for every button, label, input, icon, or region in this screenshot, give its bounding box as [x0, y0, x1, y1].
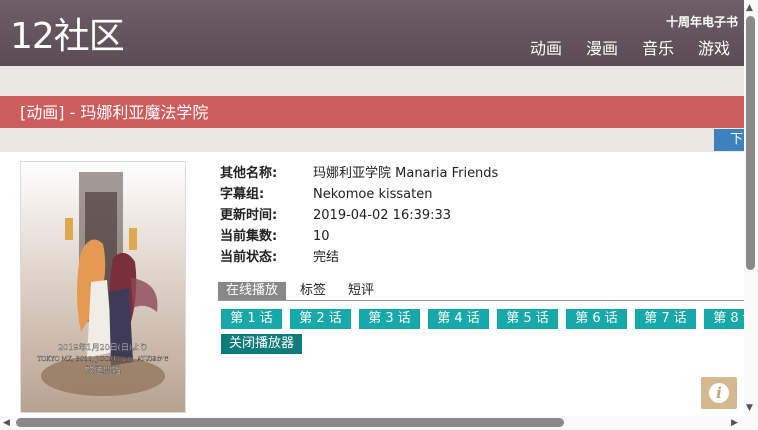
info-value: 10: [313, 229, 330, 244]
nav-item-games[interactable]: 游戏: [698, 38, 730, 60]
anniversary-ebook-link[interactable]: 十周年电子书: [666, 13, 738, 30]
info-label: 其他名称:: [220, 166, 278, 181]
info-row-subtitle-group: 字幕组: Nekomoe kissaten: [220, 184, 498, 205]
tab-tags[interactable]: 标签: [292, 282, 334, 300]
info-row-updated-time: 更新时间: 2019-04-02 16:39:33: [220, 205, 498, 226]
download-tab[interactable]: 下: [714, 129, 744, 151]
tab-online-play[interactable]: 在线播放: [218, 282, 287, 300]
poster-caption-line-1: 2019年1月20日(日)より: [58, 342, 148, 352]
scrollbar-corner: [744, 416, 758, 430]
info-list: 其他名称: 玛娜利亚学院 Manaria Friends 字幕组: Nekomoe …: [220, 163, 498, 268]
horizontal-scrollbar[interactable]: ◀ ▶: [0, 416, 744, 430]
scroll-right-arrow-icon[interactable]: ▶: [731, 417, 738, 429]
info-value: 玛娜利亚学院 Manaria Friends: [313, 166, 499, 181]
episode-button-1[interactable]: 第 1 话: [221, 309, 282, 329]
info-label: 当前状态:: [220, 250, 278, 265]
site-header: 12社区 十周年电子书 动画 漫画 音乐 游戏: [0, 0, 744, 66]
page-title: [动画] - 玛娜利亚魔法学院: [0, 96, 744, 128]
episode-button-4[interactable]: 第 4 话: [428, 309, 489, 329]
detail-panel: 2019年1月20日(日)より TOKYO MX, BS11, J:COMテレビ…: [0, 152, 744, 416]
info-value: 2019-04-02 16:39:33: [313, 208, 452, 223]
info-value: Nekomoe kissaten: [313, 187, 433, 202]
scroll-down-arrow-icon[interactable]: ▼: [746, 403, 753, 413]
scroll-up-arrow-icon[interactable]: ▲: [746, 3, 753, 13]
info-label: 更新时间:: [220, 208, 278, 223]
episode-button-8[interactable]: 第 8 话: [704, 309, 744, 329]
episode-button-3[interactable]: 第 3 话: [359, 309, 420, 329]
close-player-button[interactable]: 关闭播放器: [221, 334, 302, 354]
scroll-left-arrow-icon[interactable]: ◀: [3, 417, 10, 429]
info-icon: i: [709, 383, 729, 403]
info-row-episode-count: 当前集数: 10: [220, 226, 498, 247]
poster-caption-line-2: TOKYO MX, BS11, J:COMテレビ, AT-Xほかで: [37, 355, 168, 363]
info-label: 当前集数:: [220, 229, 278, 244]
episode-button-2[interactable]: 第 2 话: [290, 309, 351, 329]
episode-button-5[interactable]: 第 5 话: [497, 309, 558, 329]
poster-image: 2019年1月20日(日)より TOKYO MX, BS11, J:COMテレビ…: [20, 161, 186, 413]
info-row-alt-name: 其他名称: 玛娜利亚学院 Manaria Friends: [220, 163, 498, 184]
nav-item-manga[interactable]: 漫画: [586, 38, 618, 60]
horizontal-scrollbar-thumb[interactable]: [16, 418, 564, 427]
episode-button-6[interactable]: 第 6 话: [566, 309, 627, 329]
vertical-scrollbar[interactable]: ▲ ▼: [744, 0, 758, 416]
episode-button-7[interactable]: 第 7 话: [635, 309, 696, 329]
info-value: 完结: [313, 250, 340, 265]
detail-tabs: 在线播放 标签 短评: [218, 282, 744, 301]
vertical-scrollbar-thumb[interactable]: [746, 16, 755, 270]
tab-short-reviews[interactable]: 短评: [340, 282, 382, 300]
info-row-status: 当前状态: 完结: [220, 247, 498, 268]
page-viewport: 12社区 十周年电子书 动画 漫画 音乐 游戏 [动画] - 玛娜利亚魔法学院 …: [0, 0, 744, 416]
info-label: 字幕组:: [220, 187, 265, 202]
info-button[interactable]: i: [701, 377, 737, 409]
site-logo[interactable]: 12社区: [10, 14, 125, 60]
nav-item-anime[interactable]: 动画: [530, 38, 562, 60]
poster-caption-line-3: 放送開始: [85, 364, 121, 376]
main-nav: 动画 漫画 音乐 游戏: [530, 38, 730, 60]
episode-list: 第 1 话 第 2 话 第 3 话 第 4 话 第 5 话 第 6 话 第 7 …: [221, 309, 744, 329]
nav-item-music[interactable]: 音乐: [642, 38, 674, 60]
